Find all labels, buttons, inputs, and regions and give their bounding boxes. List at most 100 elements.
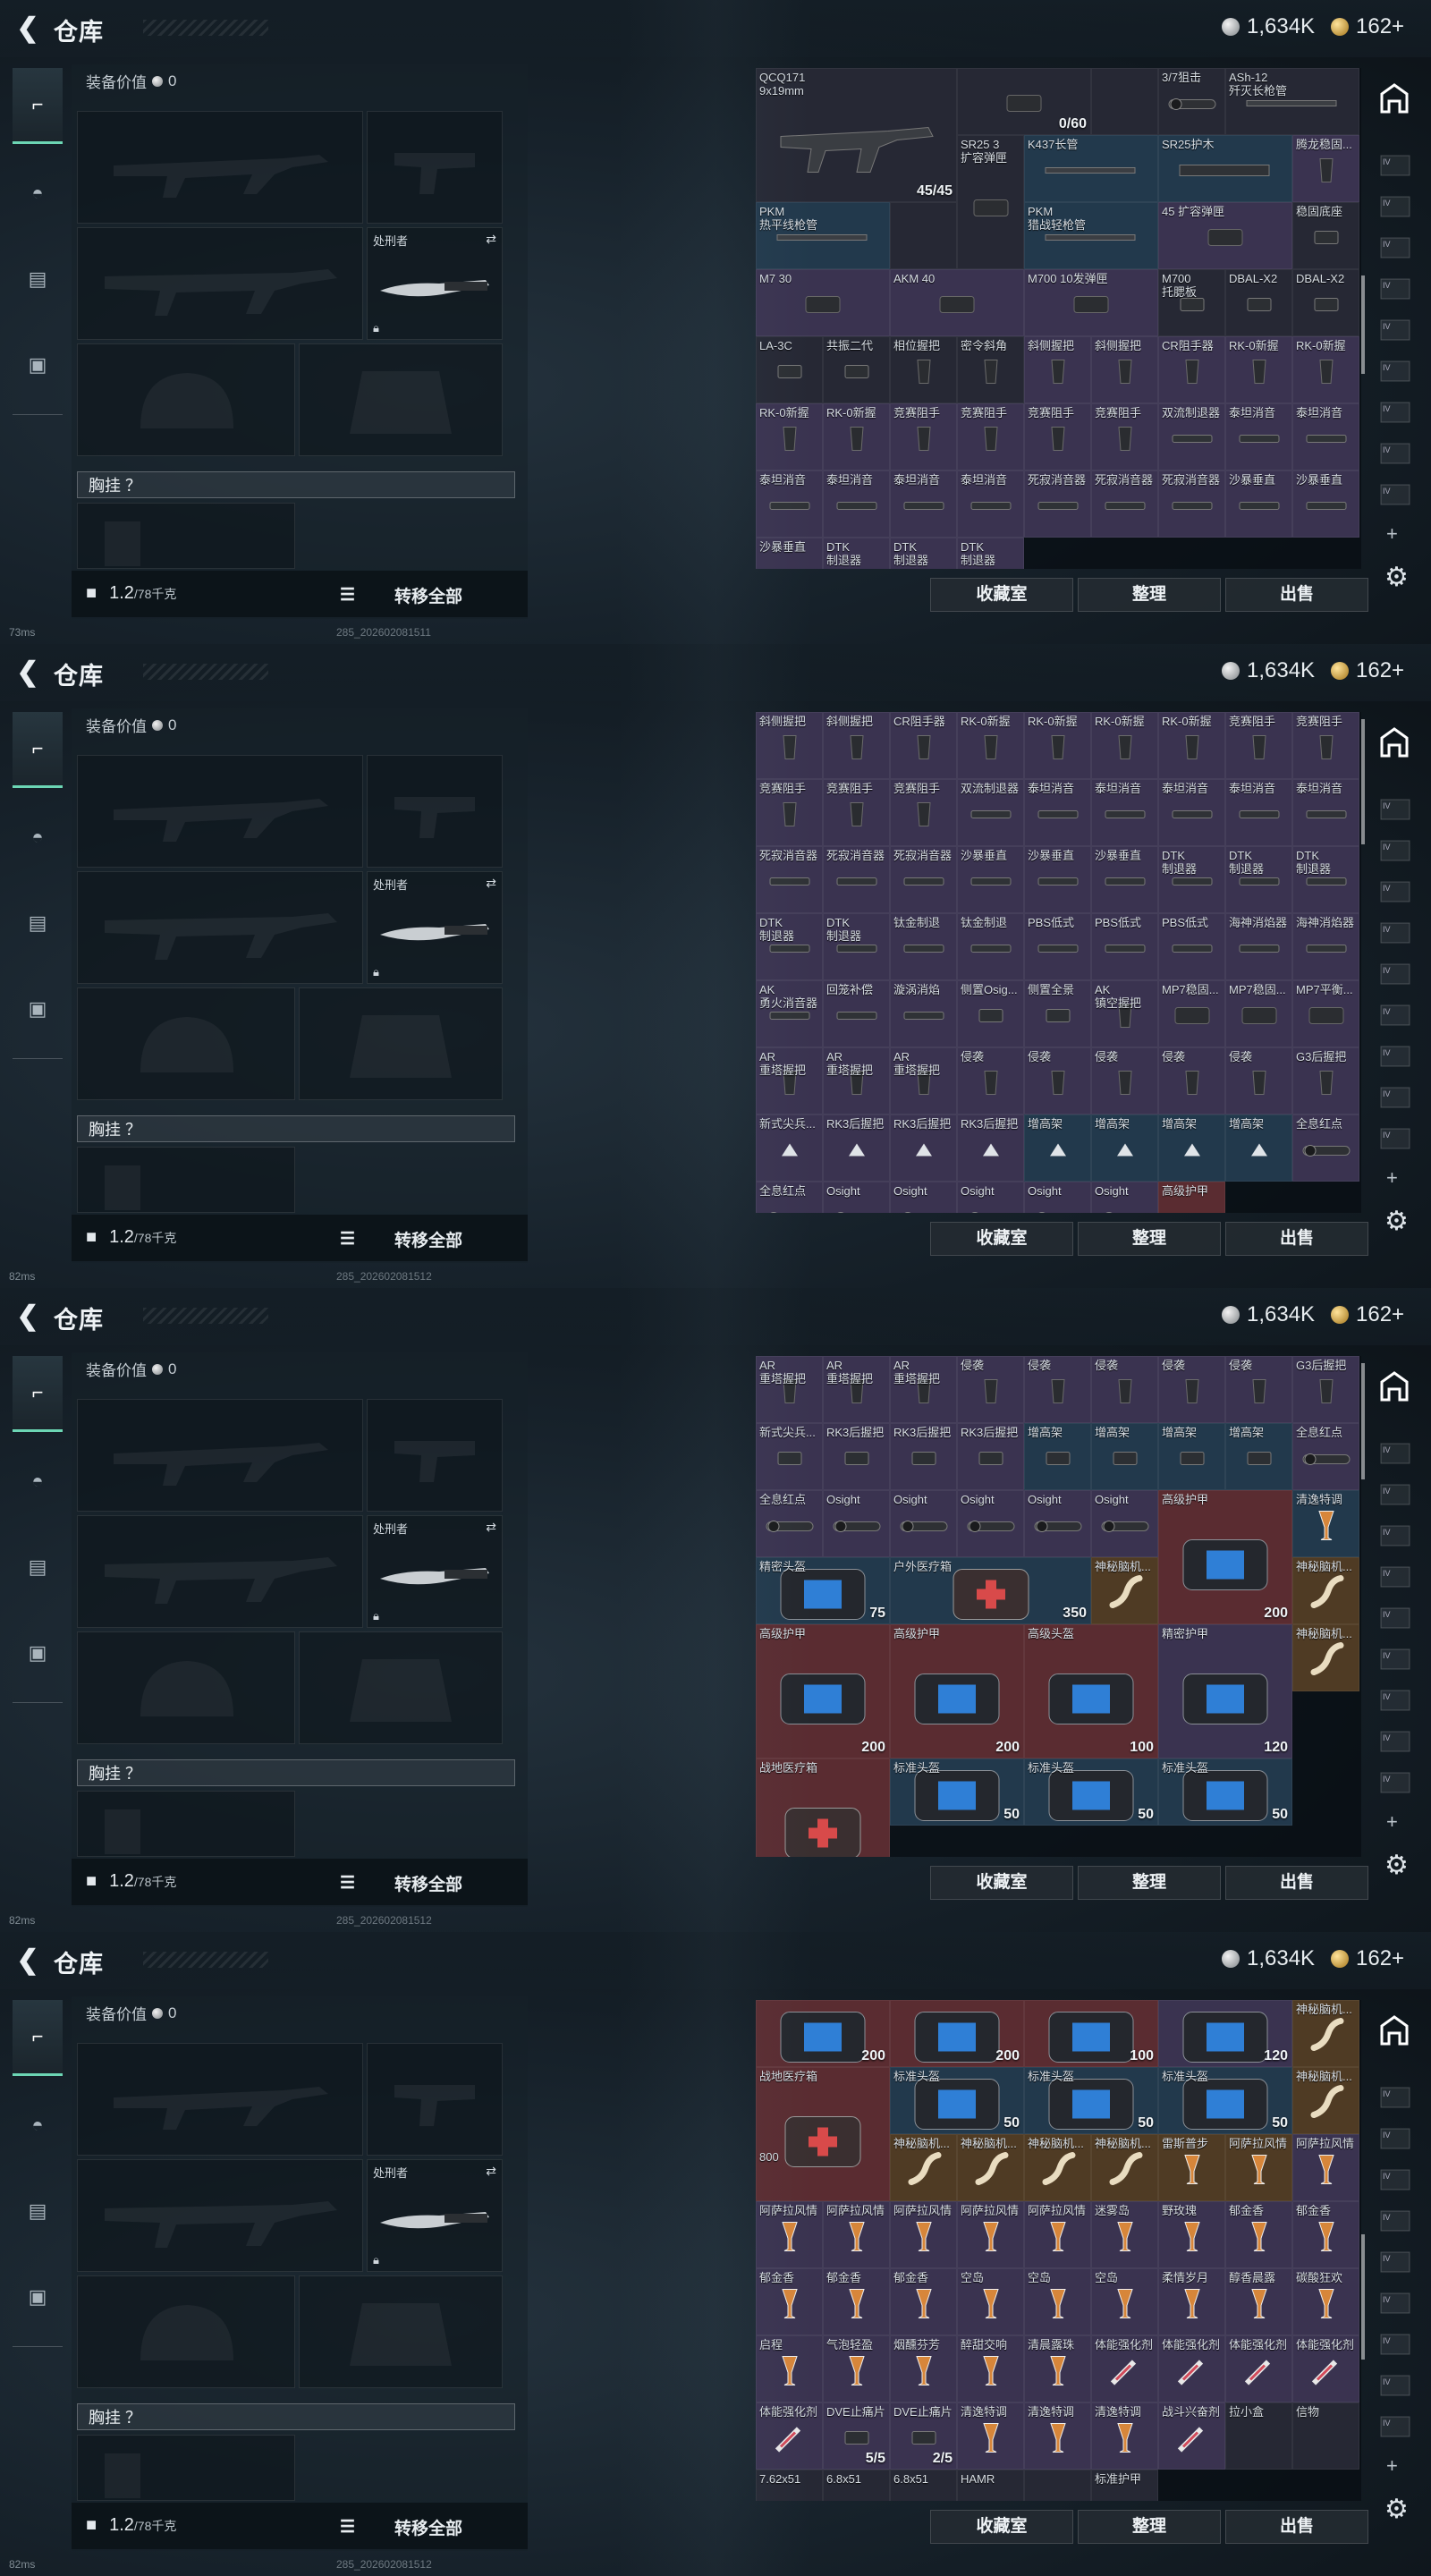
stash-item[interactable]: 6.8x51 [890, 2470, 957, 2501]
backpack-slot[interactable] [77, 2435, 295, 2501]
container-tab-icon[interactable]: IV [1377, 875, 1413, 909]
stash-item[interactable]: Osight [823, 1182, 890, 1213]
stash-item[interactable]: 海神消焰器 [1292, 913, 1359, 980]
stash-item[interactable]: 精密头盔 75 [756, 1557, 890, 1624]
stash-item[interactable]: DTK 制退器 [823, 538, 890, 569]
stash-item[interactable]: HAMR [957, 2470, 1024, 2501]
stash-item[interactable]: AKM 40 [890, 269, 1024, 336]
stash-item[interactable]: 死寂消音器 [1091, 470, 1158, 538]
container-tab-icon[interactable]: IV [1377, 1436, 1413, 1470]
backpack-slot[interactable] [77, 1791, 295, 1857]
melee-slot[interactable]: 处刑者 ⇄ 🔒︎ [367, 1515, 503, 1628]
stash-item[interactable]: 侵袭 [1158, 1356, 1225, 1423]
stash-item[interactable]: RK-0新握 [1024, 712, 1091, 779]
collection-button[interactable]: 收藏室 [930, 1866, 1073, 1900]
stash-item[interactable]: 沙暴垂直 [957, 846, 1024, 913]
stash-item[interactable]: PKM 热平线枪管 [756, 202, 890, 269]
stash-item[interactable]: 神秘脑机... [1292, 2000, 1359, 2067]
stash-item[interactable]: 神秘脑机... [1091, 1557, 1158, 1624]
collection-button[interactable]: 收藏室 [930, 578, 1073, 612]
stash-item[interactable]: 高级护甲 [1158, 1182, 1225, 1213]
stash-item[interactable]: 战地医疗箱 800 [756, 2067, 890, 2201]
tab-backpack[interactable]: ▣ [13, 972, 63, 1046]
stash-item[interactable]: 新式尖兵... [756, 1423, 823, 1490]
stash-item[interactable]: DTK 制退器 [957, 538, 1024, 569]
stash-item[interactable]: RK-0新握 [957, 712, 1024, 779]
stash-item[interactable]: 清逸特调 [1091, 2402, 1158, 2470]
stash-item[interactable]: 郁金香 [823, 2268, 890, 2335]
add-container-icon[interactable]: + [1386, 1810, 1398, 1834]
stash-item[interactable]: 精密护甲 120 [1158, 1624, 1292, 1758]
stash-item[interactable]: DTK 制退器 [1225, 846, 1292, 913]
stash-item[interactable]: 神秘脑机... [1292, 1624, 1359, 1691]
container-tab-icon[interactable]: IV [1377, 1683, 1413, 1717]
stash-item[interactable]: Osight [890, 1490, 957, 1557]
stash-item[interactable]: 泰坦消音 [756, 470, 823, 538]
melee-slot[interactable]: 处刑者 ⇄ 🔒︎ [367, 227, 503, 340]
tab-vest[interactable]: ▤ [13, 886, 63, 960]
stash-item[interactable]: AR 重塔握把 [756, 1356, 823, 1423]
stash-item[interactable]: DBAL-X2 [1292, 269, 1359, 336]
stash-item[interactable]: 清晨露珠 [1024, 2335, 1091, 2402]
tab-weapons[interactable]: ⌐ [13, 712, 63, 788]
stash-item[interactable]: 阿萨拉风情 [957, 2201, 1024, 2268]
stash-item[interactable]: 沙暴垂直 [1024, 846, 1091, 913]
stash-item[interactable] [890, 202, 957, 269]
primary-weapon-slot[interactable] [77, 2043, 363, 2156]
backpack-slot[interactable] [77, 1147, 295, 1213]
stash-item[interactable]: RK-0新握 [823, 403, 890, 470]
stash-item[interactable]: 死寂消音器 [756, 846, 823, 913]
stash-item[interactable]: 竞赛阻手 [1225, 712, 1292, 779]
stash-item[interactable]: 体能强化剂 [1091, 2335, 1158, 2402]
stash-item[interactable] [1091, 68, 1158, 135]
primary-weapon-slot[interactable] [77, 1399, 363, 1512]
stash-item[interactable]: Osight [957, 1182, 1024, 1213]
stash-item[interactable]: 沙暴垂直 [1292, 470, 1359, 538]
container-tab-icon[interactable]: IV [1377, 1642, 1413, 1676]
stash-item[interactable]: 标准头盔 50 [1024, 1758, 1158, 1826]
stash-item[interactable]: G3后握把 [1292, 1356, 1359, 1423]
stash-item[interactable]: 泰坦消音 [1225, 403, 1292, 470]
stash-item[interactable]: 竞赛阻手 [756, 779, 823, 846]
container-tab-icon[interactable]: IV [1377, 2245, 1413, 2279]
helmet-slot[interactable] [77, 343, 295, 456]
stash-item[interactable]: 侧置Osig... [957, 980, 1024, 1047]
primary-weapon-slot[interactable] [77, 755, 363, 868]
stash-item[interactable]: 阿萨拉风情 [890, 2201, 957, 2268]
stash-item[interactable]: 钛金制退 [890, 913, 957, 980]
stash-item[interactable]: Osight [957, 1490, 1024, 1557]
stash-item[interactable]: 3/7狙击 [1158, 68, 1225, 135]
stash-item[interactable]: 增高架 [1158, 1114, 1225, 1182]
stash-item[interactable]: 侧置全景 [1024, 980, 1091, 1047]
stash-item[interactable]: DTK 制退器 [890, 538, 957, 569]
secondary-weapon-slot[interactable] [77, 227, 363, 340]
stash-item[interactable]: 双流制退器 [957, 779, 1024, 846]
stash-item[interactable]: AR 重塔握把 [823, 1047, 890, 1114]
stash-item[interactable]: RK3后握把 [957, 1423, 1024, 1490]
gold-currency[interactable]: 162+ [1331, 658, 1404, 683]
container-tab-icon[interactable]: IV [1377, 354, 1413, 388]
stash-item[interactable]: 沙暴垂直 [1091, 846, 1158, 913]
container-tab-icon[interactable]: IV [1377, 998, 1413, 1032]
tab-weapons[interactable]: ⌐ [13, 2000, 63, 2076]
stash-item[interactable]: 全息红点 [1292, 1423, 1359, 1490]
stash-item[interactable]: 侵袭 [957, 1047, 1024, 1114]
stash-item[interactable]: 雷斯普步 [1158, 2134, 1225, 2201]
stash-item[interactable]: MP7稳固... [1225, 980, 1292, 1047]
stash-item[interactable]: 阿萨拉风情 [823, 2201, 890, 2268]
stash-grid[interactable]: 斜侧握把 斜侧握把 CR阻手器 RK-0新握 RK-0新握 RK-0新握 RK-0新握 竞赛阻… [756, 712, 1361, 1213]
stash-home-icon[interactable] [1376, 2011, 1413, 2048]
stash-item[interactable]: MP7平衡... [1292, 980, 1359, 1047]
stash-grid[interactable]: QCQ171 9x19mm 45/45 0/60 3/7狙击 ASh-12 歼灭长枪管 S… [756, 68, 1361, 569]
stash-item[interactable]: 郁金香 [890, 2268, 957, 2335]
stash-item[interactable]: 泰坦消音 [823, 470, 890, 538]
stash-item[interactable]: 户外医疗箱 350 [890, 1557, 1091, 1624]
secondary-weapon-slot[interactable] [77, 2159, 363, 2272]
container-tab-icon[interactable]: IV [1377, 148, 1413, 182]
settings-gear-icon[interactable]: ⚙ [1384, 1850, 1409, 1881]
stash-item[interactable]: 200 [890, 2000, 1024, 2067]
stash-item[interactable]: 体能强化剂 [756, 2402, 823, 2470]
stash-item[interactable]: 战地医疗箱 [756, 1758, 890, 1857]
stash-grid[interactable]: 200 200 100 120 神秘脑机... 战地医疗箱 800 标准头盔 50 标准头盔 50… [756, 2000, 1361, 2501]
stash-item[interactable]: 竞赛阻手 [1292, 712, 1359, 779]
